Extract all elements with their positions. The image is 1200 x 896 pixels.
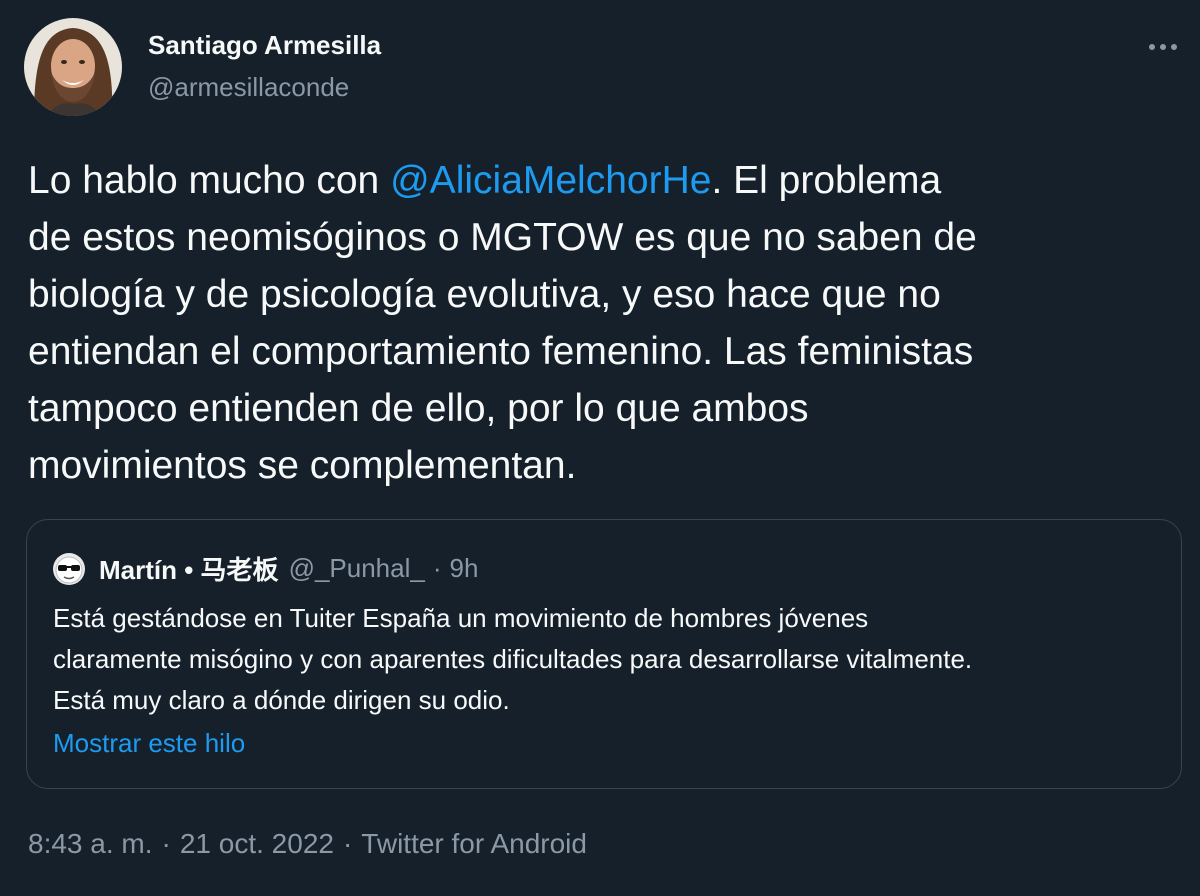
more-options-button[interactable] <box>1144 30 1182 64</box>
tweet-text-segment: Lo hablo mucho con <box>28 159 391 202</box>
quoted-tweet-header: Martín • 马老板 @_Punhal_ · 9h <box>53 550 478 587</box>
quoted-author-avatar[interactable] <box>53 552 85 585</box>
more-horizontal-icon <box>1149 44 1177 50</box>
quoted-tweet-text: Está gestándose en Tuiter España un movi… <box>53 598 972 721</box>
tweet-line: movimientos se complementan. <box>28 444 577 487</box>
tweet: Santiago Armesilla @armesillaconde Lo ha… <box>0 0 1200 896</box>
author-avatar[interactable] <box>24 18 122 116</box>
quoted-tweet-line: Está muy claro a dónde dirigen su odio. <box>53 685 510 715</box>
tweet-date[interactable]: 21 oct. 2022 <box>180 828 334 859</box>
tweet-line: Lo hablo mucho con @AliciaMelchorHe. El … <box>28 152 1188 209</box>
author-display-name[interactable]: Santiago Armesilla <box>148 30 381 61</box>
quoted-author-handle: @_Punhal_ <box>288 553 425 583</box>
tweet-time[interactable]: 8:43 a. m. <box>28 828 153 859</box>
sunglasses-avatar-icon <box>53 552 85 585</box>
tweet-text: Lo hablo mucho con @AliciaMelchorHe. El … <box>28 152 1188 494</box>
tweet-source[interactable]: Twitter for Android <box>361 828 587 859</box>
show-thread-link[interactable]: Mostrar este hilo <box>53 728 245 759</box>
author-handle: @armesillaconde <box>148 72 350 102</box>
quoted-tweet-time: 9h <box>449 553 479 583</box>
quoted-tweet-line: claramente misógino y con aparentes difi… <box>53 644 973 674</box>
tweet-line: de estos neomisóginos o MGTOW es que no … <box>28 216 977 259</box>
separator-dot: · <box>432 553 442 583</box>
quoted-author-name[interactable]: Martín • 马老板 <box>99 550 279 587</box>
separator-dot: · <box>161 828 171 859</box>
tweet-line: tampoco entienden de ello, por lo que am… <box>28 387 809 430</box>
profile-photo-icon <box>24 18 122 116</box>
quoted-tweet-line: Está gestándose en Tuiter España un movi… <box>53 603 869 633</box>
tweet-line: biología y de psicología evolutiva, y es… <box>28 273 941 316</box>
mention-link[interactable]: @AliciaMelchorHe <box>390 159 711 202</box>
tweet-metadata: 8:43 a. m. · 21 oct. 2022 · Twitter for Andr… <box>28 828 587 860</box>
tweet-text-segment: . El problema <box>711 159 942 202</box>
separator-dot: · <box>342 828 353 859</box>
tweet-line: entiendan el comportamiento femenino. La… <box>28 330 974 373</box>
quoted-tweet-card[interactable]: Martín • 马老板 @_Punhal_ · 9h Está gestánd… <box>26 519 1182 789</box>
